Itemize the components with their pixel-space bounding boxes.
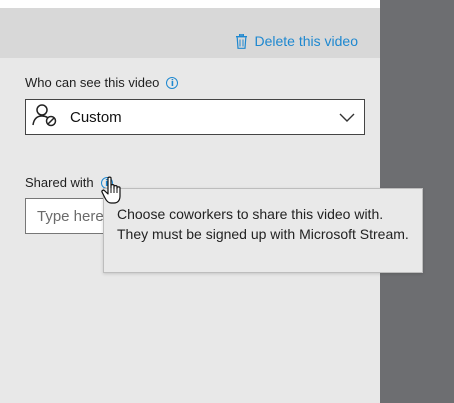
visibility-label: Who can see this video [25, 75, 160, 90]
custom-permission-icon [32, 103, 58, 132]
visibility-select[interactable]: Custom [25, 99, 365, 135]
delete-video-label: Delete this video [254, 33, 358, 49]
delete-video-button[interactable]: Delete this video [235, 33, 358, 49]
panel-header: Delete this video [0, 8, 380, 58]
trash-icon [235, 33, 248, 49]
info-tooltip: Choose coworkers to share this video wit… [103, 188, 423, 273]
top-strip [0, 0, 380, 8]
chevron-down-icon[interactable] [338, 109, 356, 132]
hand-pointer-icon [100, 176, 126, 211]
tooltip-text: Choose coworkers to share this video wit… [117, 206, 409, 242]
visibility-value: Custom [70, 108, 122, 126]
info-icon[interactable]: i [166, 76, 179, 89]
visibility-label-row: Who can see this video i [25, 75, 179, 90]
shared-with-label: Shared with [25, 175, 94, 190]
